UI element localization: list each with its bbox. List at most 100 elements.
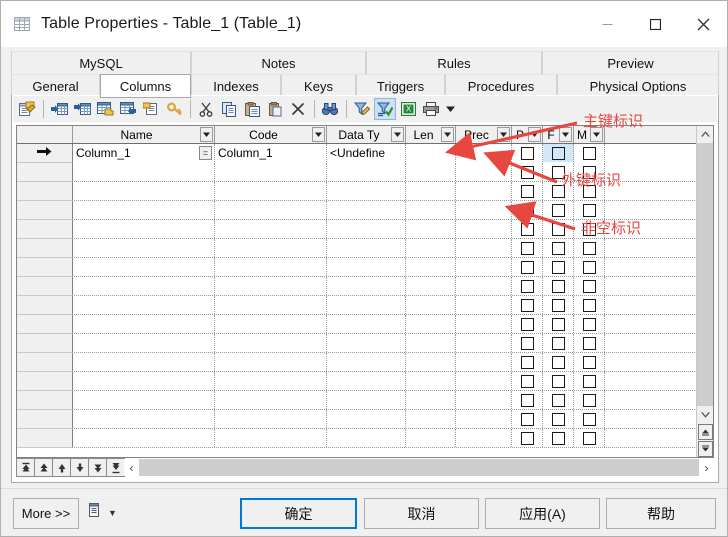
row-header[interactable]	[17, 353, 73, 372]
chevron-down-icon[interactable]	[528, 127, 541, 142]
checkbox-cell-f[interactable]	[543, 258, 574, 276]
chevron-down-icon[interactable]	[312, 127, 325, 142]
properties-list-icon[interactable]	[140, 98, 162, 120]
cell-datatype[interactable]	[327, 220, 406, 238]
table-row[interactable]	[17, 239, 713, 258]
checkbox-cell-f[interactable]	[543, 239, 574, 257]
cell-name[interactable]	[73, 391, 215, 409]
checkbox-cell-p[interactable]	[512, 334, 543, 352]
cell-prec[interactable]	[456, 410, 512, 428]
cell-name[interactable]	[73, 239, 215, 257]
row-header[interactable]	[17, 182, 73, 201]
cell-prec[interactable]	[456, 429, 512, 447]
cell-code[interactable]	[215, 391, 327, 409]
checkbox-cell-m[interactable]	[574, 239, 605, 257]
spin-down-button[interactable]	[698, 441, 713, 457]
checkbox-cell-m[interactable]	[574, 410, 605, 428]
scrollbar-thumb[interactable]	[697, 143, 713, 406]
checkbox-p[interactable]	[520, 412, 534, 426]
checkbox-f[interactable]	[551, 203, 565, 217]
cell-datatype[interactable]	[327, 277, 406, 295]
hscroll-left-button[interactable]: ‹	[124, 459, 139, 476]
column-header-p[interactable]: P	[512, 126, 543, 143]
checkbox-p[interactable]	[520, 298, 534, 312]
cell-code[interactable]: Column_1	[215, 144, 327, 162]
table-row[interactable]: Column_1 = Column_1 <Undefine	[17, 144, 713, 163]
checkbox-cell-m[interactable]	[574, 334, 605, 352]
last-record-button[interactable]	[106, 458, 125, 477]
checkbox-m[interactable]	[582, 412, 596, 426]
checkbox-m[interactable]	[582, 336, 596, 350]
checkbox-cell-f[interactable]	[543, 277, 574, 295]
checkbox-f[interactable]	[551, 393, 565, 407]
cell-prec[interactable]	[456, 372, 512, 390]
cell-datatype[interactable]	[327, 239, 406, 257]
checkbox-cell-m[interactable]	[574, 296, 605, 314]
cell-datatype[interactable]	[327, 182, 406, 200]
checkbox-f[interactable]	[551, 184, 565, 198]
checkbox-cell-p[interactable]	[512, 220, 543, 238]
cell-edit-button[interactable]: =	[199, 146, 212, 160]
cell-code[interactable]	[215, 315, 327, 333]
checkbox-cell-f[interactable]	[543, 429, 574, 447]
checkbox-p[interactable]	[520, 431, 534, 445]
checkbox-cell-m[interactable]	[574, 353, 605, 371]
checkbox-m[interactable]	[582, 146, 596, 160]
cell-name[interactable]: Column_1 =	[73, 144, 215, 162]
checkbox-cell-m[interactable]	[574, 372, 605, 390]
vertical-scrollbar[interactable]	[696, 126, 713, 457]
checkbox-m[interactable]	[582, 184, 596, 198]
cell-code[interactable]	[215, 296, 327, 314]
cell-name[interactable]	[73, 201, 215, 219]
checkbox-cell-m[interactable]	[574, 220, 605, 238]
checkbox-p[interactable]	[520, 203, 534, 217]
column-header-f[interactable]: F	[543, 126, 574, 143]
checkbox-f[interactable]	[551, 241, 565, 255]
prev-record-button[interactable]	[52, 458, 71, 477]
help-button[interactable]: 帮助	[606, 498, 716, 529]
first-record-button[interactable]	[16, 458, 35, 477]
cell-datatype[interactable]	[327, 372, 406, 390]
cell-datatype[interactable]: <Undefine	[327, 144, 406, 162]
row-header[interactable]	[17, 391, 73, 410]
column-header-datatype[interactable]: Data Ty	[327, 126, 406, 143]
checkbox-f[interactable]	[551, 431, 565, 445]
close-button[interactable]	[679, 1, 727, 47]
chevron-down-icon[interactable]	[200, 127, 213, 142]
cell-name[interactable]	[73, 220, 215, 238]
delete-icon[interactable]	[287, 98, 309, 120]
row-header[interactable]	[17, 372, 73, 391]
cell-len[interactable]	[406, 144, 456, 162]
cell-prec[interactable]	[456, 258, 512, 276]
chevron-down-icon[interactable]	[391, 127, 404, 142]
cell-prec[interactable]	[456, 277, 512, 295]
row-header[interactable]	[17, 315, 73, 334]
cancel-button[interactable]: 取消	[364, 498, 479, 529]
cell-name[interactable]	[73, 372, 215, 390]
cell-len[interactable]	[406, 296, 456, 314]
cut-icon[interactable]	[195, 98, 217, 120]
row-header[interactable]	[17, 334, 73, 353]
checkbox-p[interactable]	[520, 355, 534, 369]
paste-special-icon[interactable]	[264, 98, 286, 120]
cell-len[interactable]	[406, 220, 456, 238]
cell-code[interactable]	[215, 258, 327, 276]
table-row[interactable]	[17, 163, 713, 182]
maximize-button[interactable]	[631, 1, 679, 47]
checkbox-cell-f[interactable]	[543, 315, 574, 333]
table-row[interactable]	[17, 277, 713, 296]
checkbox-f[interactable]	[551, 355, 565, 369]
cell-datatype[interactable]	[327, 410, 406, 428]
cell-name[interactable]	[73, 353, 215, 371]
checkbox-cell-p[interactable]	[512, 258, 543, 276]
checkbox-cell-p[interactable]	[512, 277, 543, 295]
row-header[interactable]	[17, 163, 73, 182]
table-row[interactable]	[17, 201, 713, 220]
checkbox-p[interactable]	[520, 241, 534, 255]
cell-prec[interactable]	[456, 220, 512, 238]
cell-name[interactable]	[73, 296, 215, 314]
apply-filter-icon[interactable]	[374, 98, 396, 120]
checkbox-m[interactable]	[582, 355, 596, 369]
checkbox-cell-p[interactable]	[512, 315, 543, 333]
checkbox-cell-m[interactable]	[574, 182, 605, 200]
